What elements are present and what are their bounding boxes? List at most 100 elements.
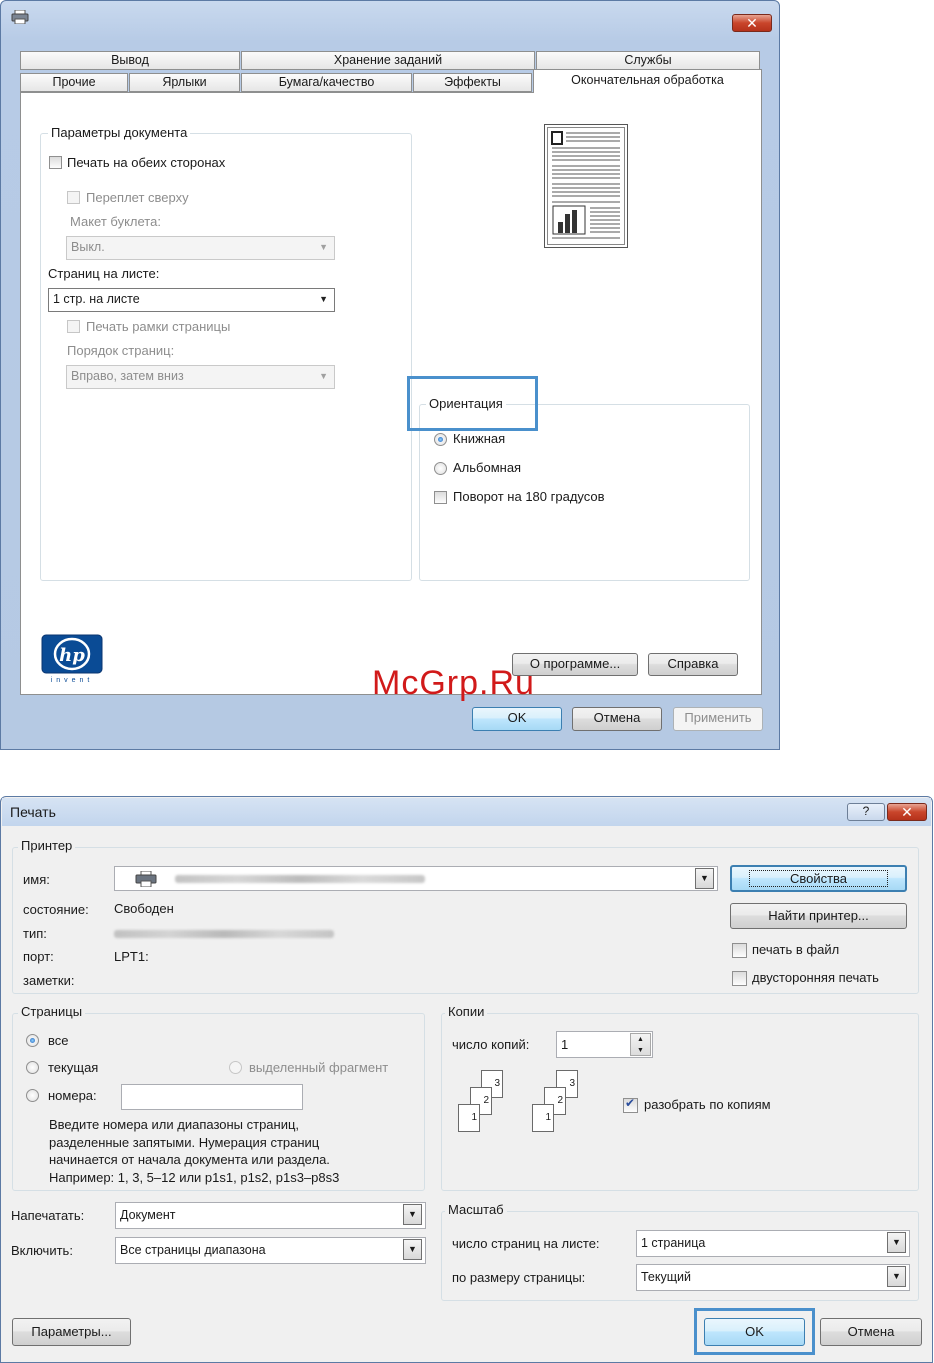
page-order-select[interactable]: Вправо, затем вниз ▼ xyxy=(66,365,335,389)
copies-count-value: 1 xyxy=(561,1037,569,1052)
tab-services[interactable]: Службы xyxy=(536,51,760,70)
spin-up-icon[interactable]: ▲ xyxy=(631,1034,650,1045)
landscape-radio[interactable] xyxy=(434,462,447,475)
help-button[interactable]: Справка xyxy=(648,653,738,676)
zoom-pages-per-sheet-label: число страниц на листе: xyxy=(452,1236,600,1251)
svg-text:hp: hp xyxy=(59,645,85,666)
page-order-label: Порядок страниц: xyxy=(67,343,175,358)
rotate-180-checkbox[interactable] xyxy=(434,491,447,504)
apply-button[interactable]: Применить xyxy=(673,707,763,731)
dialog-title: Печать xyxy=(10,804,56,820)
flip-up-checkbox[interactable] xyxy=(67,191,80,204)
close-button[interactable]: ✕ xyxy=(732,14,772,32)
print-what-select[interactable]: Документ ▼ xyxy=(115,1202,426,1229)
duplex-label: двусторонняя печать xyxy=(752,970,879,985)
scale-select[interactable]: Текущий ▼ xyxy=(636,1264,910,1291)
chevron-down-icon[interactable]: ▼ xyxy=(887,1266,906,1287)
port-value: LPT1: xyxy=(114,949,149,964)
cancel-button[interactable]: Отмена xyxy=(820,1318,922,1346)
document-options-title: Параметры документа xyxy=(48,125,191,140)
portrait-radio[interactable] xyxy=(434,433,447,446)
help-button[interactable]: ? xyxy=(847,803,885,821)
printer-icon xyxy=(135,870,157,888)
copies-count-label: число копий: xyxy=(452,1037,530,1052)
collate-illustration: 3 2 1 3 2 1 xyxy=(451,1067,591,1143)
hp-logo-tagline: invent xyxy=(50,677,94,684)
type-label: тип: xyxy=(23,926,47,941)
print-what-label: Напечатать: xyxy=(11,1208,85,1223)
duplex-checkbox[interactable] xyxy=(49,156,62,169)
tab-shortcuts[interactable]: Ярлыки xyxy=(129,73,240,92)
page-numbers-radio[interactable] xyxy=(26,1089,39,1102)
printer-name-select[interactable]: ▼ xyxy=(114,866,718,891)
all-pages-radio[interactable] xyxy=(26,1034,39,1047)
pages-hint-text: Введите номера или диапазоны страниц, ра… xyxy=(49,1117,340,1185)
rotate-180-label: Поворот на 180 градусов xyxy=(453,489,605,504)
tab-effects[interactable]: Эффекты xyxy=(413,73,532,92)
pages-group-title: Страницы xyxy=(18,1004,86,1019)
print-to-file-label: печать в файл xyxy=(752,942,840,957)
copies-count-stepper[interactable]: 1 ▲ ▼ xyxy=(556,1031,653,1058)
options-button[interactable]: Параметры... xyxy=(12,1318,131,1346)
page-borders-checkbox[interactable] xyxy=(67,320,80,333)
zoom-group-title: Масштаб xyxy=(445,1202,507,1217)
page-icon: 1 xyxy=(458,1104,480,1132)
spin-down-icon[interactable]: ▼ xyxy=(631,1045,650,1056)
status-label: состояние: xyxy=(23,902,89,917)
chevron-down-icon: ▼ xyxy=(319,371,328,381)
printer-properties-window: ✕ Вывод Хранение заданий Службы Прочие Я… xyxy=(0,0,780,750)
ok-button[interactable]: OK xyxy=(472,707,562,731)
tab-paper-quality[interactable]: Бумага/качество xyxy=(241,73,412,92)
hp-logo: hp invent xyxy=(41,634,103,688)
booklet-select[interactable]: Выкл. ▼ xyxy=(66,236,335,260)
chevron-down-icon[interactable]: ▼ xyxy=(695,868,714,889)
page-preview-image xyxy=(544,124,628,248)
print-dialog-window: Печать ? ✕ Принтер имя: ▼ состояние: Сво… xyxy=(0,796,933,1363)
zoom-pages-per-sheet-select[interactable]: 1 страница ▼ xyxy=(636,1230,910,1257)
help-icon: ? xyxy=(862,804,870,818)
duplex-label: Печать на обеих сторонах xyxy=(67,155,226,170)
close-icon: ✕ xyxy=(746,15,758,31)
print-to-file-checkbox[interactable] xyxy=(732,943,747,958)
chevron-down-icon[interactable]: ▼ xyxy=(887,1232,906,1253)
printer-name-label: имя: xyxy=(23,872,50,887)
orientation-title: Ориентация xyxy=(426,396,506,411)
pages-per-sheet-label: Страниц на листе: xyxy=(48,266,160,281)
port-label: порт: xyxy=(23,949,54,964)
page-icon: 1 xyxy=(532,1104,554,1132)
printer-name-redacted xyxy=(175,875,425,883)
tab-job-storage[interactable]: Хранение заданий xyxy=(241,51,535,70)
selection-radio[interactable] xyxy=(229,1061,242,1074)
page-numbers-label: номера: xyxy=(48,1088,97,1103)
notes-label: заметки: xyxy=(23,973,75,988)
portrait-label: Книжная xyxy=(453,431,506,446)
chevron-down-icon[interactable]: ▼ xyxy=(403,1239,422,1260)
landscape-label: Альбомная xyxy=(453,460,522,475)
tab-finishing[interactable]: Окончательная обработка xyxy=(533,69,762,93)
watermark-text: McGrp.Ru xyxy=(372,664,535,702)
spin-buttons[interactable]: ▲ ▼ xyxy=(630,1033,651,1056)
booklet-label: Макет буклета: xyxy=(70,214,161,229)
ok-button[interactable]: OK xyxy=(704,1318,805,1346)
tab-output[interactable]: Вывод xyxy=(20,51,240,70)
find-printer-button[interactable]: Найти принтер... xyxy=(730,903,907,929)
tab-other[interactable]: Прочие xyxy=(20,73,128,92)
printer-type-redacted xyxy=(114,930,334,938)
chevron-down-icon: ▼ xyxy=(319,242,328,252)
close-button[interactable]: ✕ xyxy=(887,803,927,821)
printer-group-title: Принтер xyxy=(18,838,76,853)
selection-label: выделенный фрагмент xyxy=(249,1060,389,1075)
chevron-down-icon[interactable]: ▼ xyxy=(403,1204,422,1225)
duplex-checkbox[interactable] xyxy=(732,971,747,986)
properties-button[interactable]: Свойства xyxy=(730,865,907,892)
pages-per-sheet-select[interactable]: 1 стр. на листе ▼ xyxy=(48,288,335,312)
page-numbers-input[interactable] xyxy=(121,1084,303,1110)
title-bar xyxy=(2,798,931,826)
collate-label: разобрать по копиям xyxy=(644,1097,771,1112)
printer-icon xyxy=(11,9,29,25)
cancel-button[interactable]: Отмена xyxy=(572,707,662,731)
include-select[interactable]: Все страницы диапазона ▼ xyxy=(115,1237,426,1264)
copies-group-title: Копии xyxy=(445,1004,488,1019)
current-page-radio[interactable] xyxy=(26,1061,39,1074)
collate-checkbox[interactable] xyxy=(623,1096,638,1113)
